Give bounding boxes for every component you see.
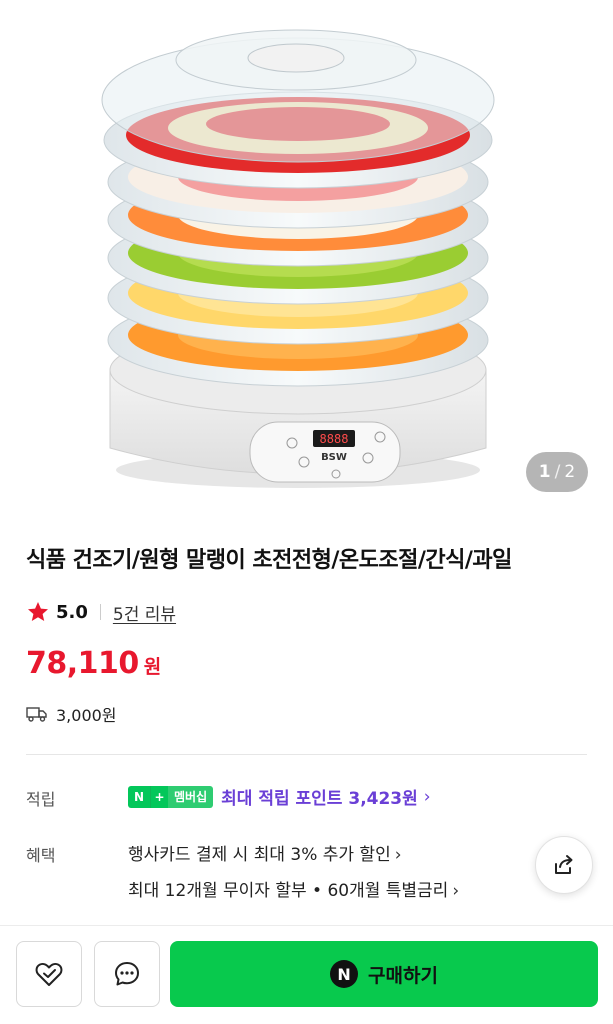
bottom-action-bar: N 구매하기 (0, 925, 613, 1024)
chat-bubble-icon (115, 962, 139, 986)
share-icon (555, 855, 573, 874)
chevron-right-icon: › (452, 881, 460, 901)
benefit-text: 최대 12개월 무이자 할부 • 60개월 특별금리 (128, 881, 449, 901)
price-unit: 원 (143, 656, 162, 678)
points-label: 적립 (26, 790, 56, 809)
price: 78,110 원 (26, 646, 161, 681)
brand-text: BSW (321, 452, 347, 463)
rating-score: 5.0 (56, 601, 88, 623)
benefits-label: 혜택 (26, 846, 56, 865)
panel-display-text: 8888 (320, 432, 349, 446)
benefit-text: 행사카드 결제 시 최대 3% 추가 할인 (128, 845, 391, 865)
pager-total: 2 (564, 462, 576, 482)
badge-plus: + (150, 785, 168, 808)
points-link[interactable]: N + 멤버십 최대 적립 포인트 3,423원 › (128, 784, 431, 809)
badge-n: N (128, 785, 150, 808)
price-amount: 78,110 (26, 646, 139, 681)
truck-icon (26, 707, 47, 722)
share-button[interactable] (535, 836, 593, 894)
heart-check-icon (35, 962, 63, 986)
naver-n-icon: N (330, 960, 359, 988)
section-divider (26, 754, 587, 755)
product-title: 식품 건조기/원형 말랭이 초전전형/온도조절/간식/과일 (26, 548, 512, 573)
star-icon (28, 602, 48, 621)
benefit-card-discount[interactable]: 행사카드 결제 시 최대 3% 추가 할인 › (128, 840, 402, 865)
badge-membership: 멤버십 (168, 785, 214, 808)
pager-current: 1 (538, 462, 551, 482)
chevron-right-icon: › (394, 845, 402, 865)
points-text: 최대 적립 포인트 3,423원 (221, 789, 418, 809)
image-pager: 1 / 2 (526, 452, 588, 492)
chat-button[interactable] (94, 941, 160, 1007)
buy-button-label: 구매하기 (368, 964, 438, 987)
chevron-right-icon: › (423, 786, 431, 807)
buy-button[interactable]: N 구매하기 (170, 941, 598, 1007)
rating-row: 5.0 5건 리뷰 (26, 598, 176, 626)
benefit-installment[interactable]: 최대 12개월 무이자 할부 • 60개월 특별금리 › (128, 876, 459, 901)
review-link[interactable]: 5건 리뷰 (113, 600, 176, 625)
food-dehydrator-illustration: 8888 BSW (101, 29, 495, 488)
rating-divider (99, 604, 101, 620)
pager-separator: / (554, 462, 561, 482)
product-image[interactable]: 8888 BSW 1 / 2 (0, 0, 613, 520)
wishlist-button[interactable] (16, 941, 82, 1007)
naver-membership-badge: N + 멤버십 (128, 785, 214, 808)
shipping-fee: 3,000원 (56, 706, 117, 725)
shipping-info: 3,000원 (26, 702, 117, 726)
